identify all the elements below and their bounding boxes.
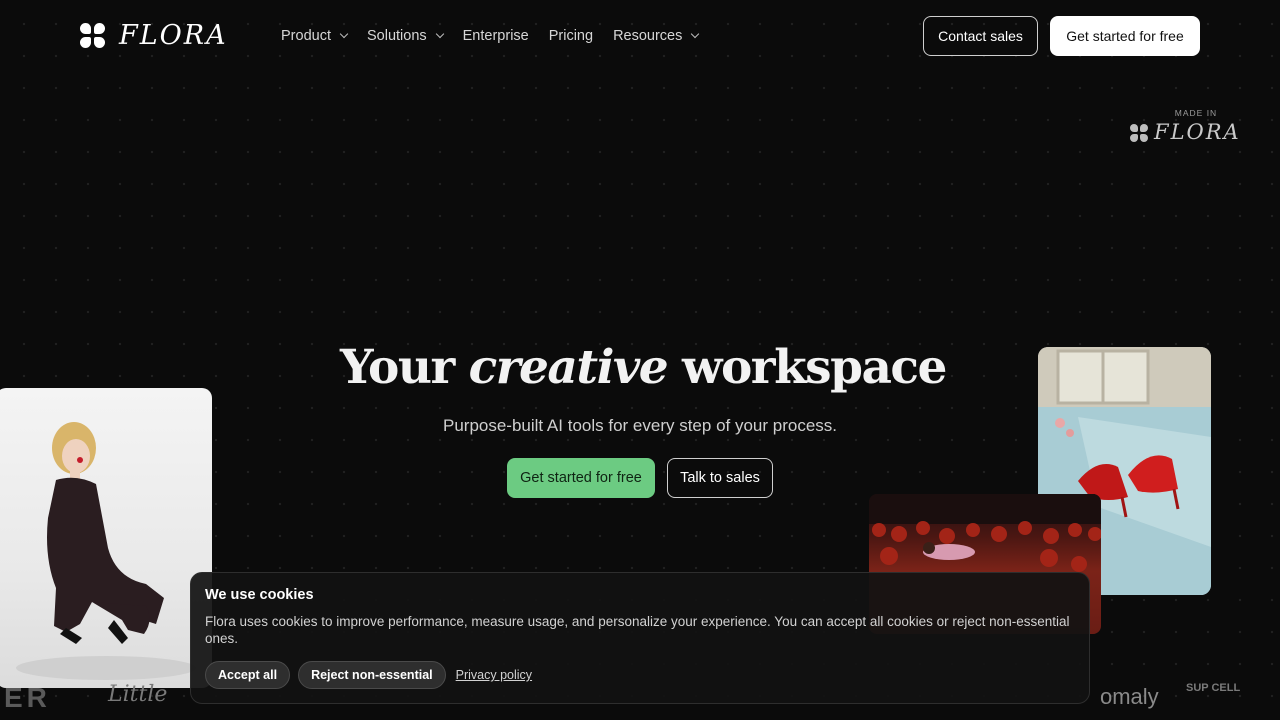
- made-in-label: MADE IN: [1174, 108, 1218, 118]
- menu-item-label: Enterprise: [462, 28, 529, 44]
- menu-item-solutions[interactable]: Solutions: [366, 26, 444, 46]
- client-logo: SUP CELL: [1186, 682, 1241, 694]
- menu-item-label: Resources: [613, 28, 683, 44]
- cookie-banner: We use cookies Flora uses cookies to imp…: [190, 572, 1090, 704]
- main-menu: Product Solutions Enterprise Pricing Res…: [281, 26, 700, 46]
- hero-title-end: workspace: [667, 340, 947, 395]
- flora-logo-icon: [1130, 123, 1148, 142]
- get-started-button[interactable]: Get started for free: [1050, 16, 1200, 56]
- chevron-down-icon: [339, 29, 349, 39]
- client-logo: ER: [4, 682, 51, 713]
- talk-to-sales-button[interactable]: Talk to sales: [667, 458, 773, 498]
- flora-logo[interactable]: FLORA: [80, 22, 228, 49]
- menu-item-label: Product: [281, 28, 331, 44]
- made-in-logo: FLORA: [1130, 122, 1250, 143]
- chevron-down-icon: [691, 29, 700, 39]
- menu-item-label: Solutions: [366, 28, 427, 44]
- hero-get-started-button[interactable]: Get started for free: [507, 458, 655, 498]
- client-logo: omaly: [1100, 684, 1159, 709]
- fashion-model-illustration: [16, 422, 196, 680]
- hero-title-start: Your: [340, 340, 469, 395]
- cookie-actions: Accept all Reject non-essential Privacy …: [205, 661, 532, 689]
- privacy-policy-link[interactable]: Privacy policy: [456, 668, 532, 682]
- client-logo: Little: [108, 682, 168, 707]
- contact-sales-button[interactable]: Contact sales: [923, 16, 1038, 56]
- hero-title: Your creative workspace: [340, 338, 947, 398]
- hero-subtitle: Purpose-built AI tools for every step of…: [442, 416, 838, 435]
- top-navigation: FLORA Product Solutions Enterprise Prici…: [0, 0, 1280, 72]
- fashion-model-image: [0, 388, 212, 688]
- hero-title-emphasis: creative: [468, 340, 669, 395]
- flora-logo-icon: [80, 23, 105, 48]
- made-in-flora-badge[interactable]: MADE IN FLORA: [1130, 108, 1250, 143]
- menu-item-resources[interactable]: Resources: [613, 26, 700, 46]
- menu-item-product[interactable]: Product: [281, 26, 349, 46]
- menu-item-enterprise[interactable]: Enterprise: [463, 26, 529, 46]
- reject-non-essential-button[interactable]: Reject non-essential: [298, 661, 446, 689]
- flora-wordmark: FLORA: [1154, 120, 1241, 144]
- chevron-down-icon: [435, 29, 444, 39]
- cookie-title: We use cookies: [205, 587, 314, 603]
- accept-all-button[interactable]: Accept all: [205, 661, 291, 689]
- cookie-description: Flora uses cookies to improve performanc…: [205, 614, 1070, 646]
- flora-wordmark: FLORA: [119, 20, 228, 51]
- menu-item-pricing[interactable]: Pricing: [549, 26, 593, 46]
- menu-item-label: Pricing: [548, 28, 594, 44]
